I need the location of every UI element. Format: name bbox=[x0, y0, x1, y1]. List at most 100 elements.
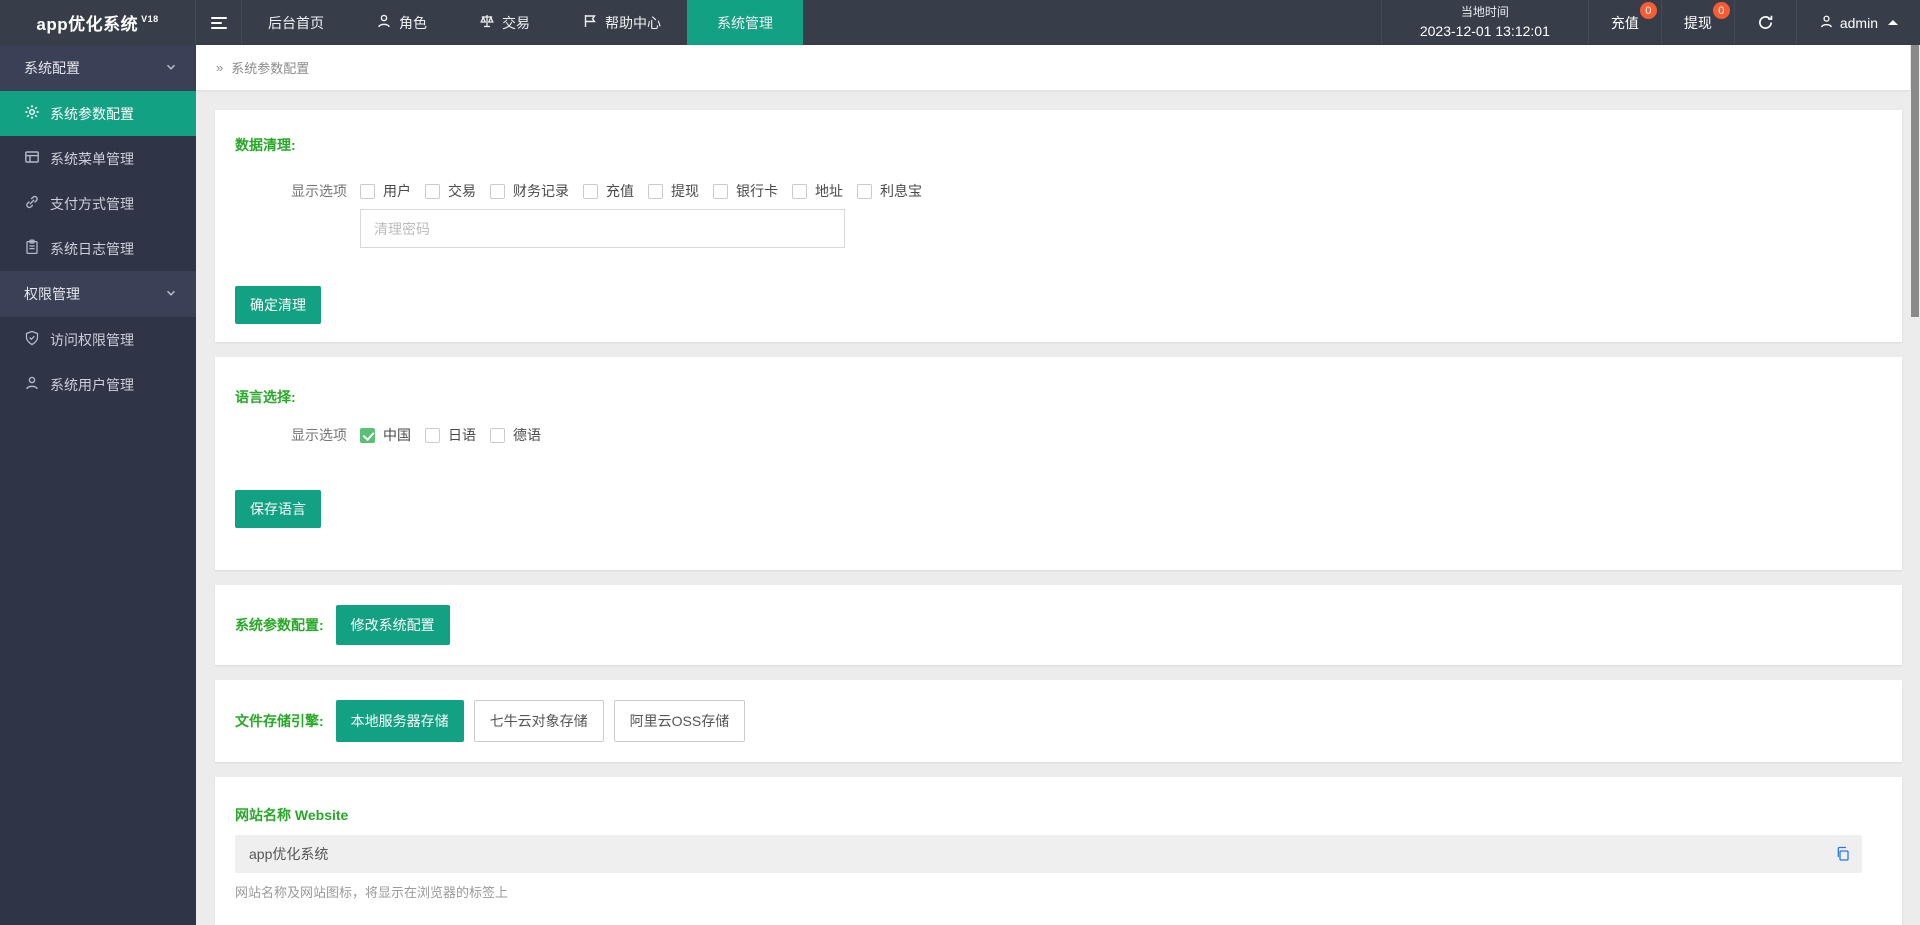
options-label: 显示选项 bbox=[235, 425, 360, 445]
checkbox[interactable] bbox=[490, 428, 505, 443]
checkbox[interactable] bbox=[792, 184, 807, 199]
nav-label: 交易 bbox=[502, 13, 530, 33]
checkbox[interactable] bbox=[490, 184, 505, 199]
layout-icon bbox=[24, 149, 40, 168]
chevron-up-icon bbox=[1888, 20, 1898, 25]
storage-qiniu-button[interactable]: 七牛云对象存储 bbox=[474, 700, 604, 742]
card-system-config: 系统参数配置: 修改系统配置 bbox=[215, 585, 1902, 665]
scales-icon bbox=[479, 13, 495, 32]
time-label: 当地时间 bbox=[1461, 4, 1509, 21]
language-options: 中国 日语 德语 bbox=[360, 425, 541, 445]
storage-local-button[interactable]: 本地服务器存储 bbox=[336, 700, 464, 742]
checkbox-option-trade[interactable]: 交易 bbox=[425, 181, 476, 201]
checkbox-option-china[interactable]: 中国 bbox=[360, 425, 411, 445]
person-icon bbox=[376, 13, 392, 32]
data-clean-options: 用户 交易 财务记录 充值 提现 银行卡 地址 利息宝 bbox=[360, 181, 922, 201]
checkbox[interactable] bbox=[713, 184, 728, 199]
sidebar-item-system-users[interactable]: 系统用户管理 bbox=[0, 362, 196, 407]
checkbox[interactable] bbox=[425, 428, 440, 443]
sidebar-section-permissions[interactable]: 权限管理 bbox=[0, 271, 196, 317]
refresh-icon[interactable] bbox=[1734, 0, 1796, 45]
sidebar-section-system-config[interactable]: 系统配置 bbox=[0, 45, 196, 91]
checkbox-option-withdraw[interactable]: 提现 bbox=[648, 181, 699, 201]
checkbox[interactable] bbox=[857, 184, 872, 199]
breadcrumb-label: 系统参数配置 bbox=[231, 58, 309, 77]
user-menu[interactable]: admin bbox=[1796, 0, 1920, 45]
clipboard-icon bbox=[24, 239, 40, 258]
content-area: 数据清理: 显示选项 用户 交易 财务记录 充值 提现 银行卡 地址 利息宝 bbox=[196, 90, 1910, 925]
hamburger-icon[interactable] bbox=[196, 0, 242, 45]
sidebar-item-payment-methods[interactable]: 支付方式管理 bbox=[0, 181, 196, 226]
top-bar: app优化系统 V18 后台首页 角色 交易 帮助中心 系统管理 当地时间 20… bbox=[0, 0, 1920, 45]
withdraw-label: 提现 bbox=[1684, 13, 1712, 33]
card-title: 系统参数配置: bbox=[235, 615, 324, 635]
recharge-button[interactable]: 充值 0 bbox=[1588, 0, 1661, 45]
save-language-button[interactable]: 保存语言 bbox=[235, 490, 321, 528]
checkbox-option-user[interactable]: 用户 bbox=[360, 181, 411, 201]
nav-label: 帮助中心 bbox=[605, 13, 661, 33]
gear-icon bbox=[24, 104, 40, 123]
breadcrumb: » 系统参数配置 bbox=[196, 45, 1910, 90]
confirm-clean-button[interactable]: 确定清理 bbox=[235, 286, 321, 324]
breadcrumb-arrow: » bbox=[216, 60, 223, 75]
checkbox-option-bankcard[interactable]: 银行卡 bbox=[713, 181, 778, 201]
modify-system-config-button[interactable]: 修改系统配置 bbox=[336, 605, 450, 645]
checkbox-option-address[interactable]: 地址 bbox=[792, 181, 843, 201]
card-website-settings: 网站名称 Website 网站名称及网站图标，将显示在浏览器的标签上 网站名称 … bbox=[215, 777, 1902, 925]
clean-password-input[interactable] bbox=[360, 209, 845, 248]
checkbox-option-german[interactable]: 德语 bbox=[490, 425, 541, 445]
sidebar-item-label: 系统日志管理 bbox=[50, 239, 134, 259]
card-title: 语言选择: bbox=[235, 387, 1882, 407]
copy-icon[interactable] bbox=[1833, 844, 1853, 864]
card-language: 语言选择: 显示选项 中国 日语 德语 保存语言 bbox=[215, 357, 1902, 570]
options-label: 显示选项 bbox=[235, 181, 360, 201]
flag-icon bbox=[582, 13, 598, 32]
field-help-text: 网站名称及网站图标，将显示在浏览器的标签上 bbox=[235, 882, 1882, 901]
nav-dashboard[interactable]: 后台首页 bbox=[242, 0, 350, 45]
card-title: 文件存储引擎: bbox=[235, 711, 324, 731]
checkbox[interactable] bbox=[648, 184, 663, 199]
user-icon bbox=[24, 375, 40, 394]
sidebar-item-label: 系统用户管理 bbox=[50, 375, 134, 395]
sidebar-item-access-permissions[interactable]: 访问权限管理 bbox=[0, 317, 196, 362]
checkbox[interactable] bbox=[360, 184, 375, 199]
scrollbar-track[interactable] bbox=[1910, 45, 1920, 925]
brand-version: V18 bbox=[141, 14, 159, 24]
sidebar: 系统配置 系统参数配置 系统菜单管理 支付方式管理 系统日志管理 权限管理 访问… bbox=[0, 45, 196, 925]
withdraw-badge: 0 bbox=[1713, 2, 1730, 19]
sidebar-item-system-menu[interactable]: 系统菜单管理 bbox=[0, 136, 196, 181]
checkbox[interactable] bbox=[583, 184, 598, 199]
scrollbar-thumb[interactable] bbox=[1911, 45, 1919, 317]
sidebar-item-label: 系统菜单管理 bbox=[50, 149, 134, 169]
sidebar-item-system-logs[interactable]: 系统日志管理 bbox=[0, 226, 196, 271]
topbar-spacer bbox=[803, 0, 1381, 45]
checkbox-checked[interactable] bbox=[360, 428, 375, 443]
checkbox-option-finance[interactable]: 财务记录 bbox=[490, 181, 569, 201]
nav-system-management[interactable]: 系统管理 bbox=[687, 0, 803, 45]
nav-help-center[interactable]: 帮助中心 bbox=[556, 0, 687, 45]
top-nav: 后台首页 角色 交易 帮助中心 系统管理 bbox=[242, 0, 803, 45]
brand-name: app优化系统 bbox=[36, 10, 138, 35]
section-label: 系统配置 bbox=[24, 58, 80, 78]
nav-trades[interactable]: 交易 bbox=[453, 0, 556, 45]
checkbox[interactable] bbox=[425, 184, 440, 199]
sidebar-item-system-params[interactable]: 系统参数配置 bbox=[0, 91, 196, 136]
app-logo[interactable]: app优化系统 V18 bbox=[0, 0, 196, 45]
recharge-badge: 0 bbox=[1640, 2, 1657, 19]
user-name: admin bbox=[1840, 15, 1878, 31]
checkbox-option-japanese[interactable]: 日语 bbox=[425, 425, 476, 445]
card-storage-engine: 文件存储引擎: 本地服务器存储 七牛云对象存储 阿里云OSS存储 bbox=[215, 680, 1902, 762]
checkbox-option-interest[interactable]: 利息宝 bbox=[857, 181, 922, 201]
sidebar-item-label: 访问权限管理 bbox=[50, 330, 134, 350]
website-name-input[interactable] bbox=[235, 835, 1862, 873]
sidebar-item-label: 系统参数配置 bbox=[50, 104, 134, 124]
checkbox-option-recharge[interactable]: 充值 bbox=[583, 181, 634, 201]
storage-aliyun-oss-button[interactable]: 阿里云OSS存储 bbox=[614, 700, 746, 742]
nav-label: 后台首页 bbox=[268, 13, 324, 33]
person-icon bbox=[1819, 14, 1834, 32]
card-title: 数据清理: bbox=[235, 135, 1882, 155]
field-label: 网站名称 Website bbox=[235, 805, 1882, 825]
card-data-clean: 数据清理: 显示选项 用户 交易 财务记录 充值 提现 银行卡 地址 利息宝 bbox=[215, 110, 1902, 342]
nav-roles[interactable]: 角色 bbox=[350, 0, 453, 45]
withdraw-button[interactable]: 提现 0 bbox=[1661, 0, 1734, 45]
